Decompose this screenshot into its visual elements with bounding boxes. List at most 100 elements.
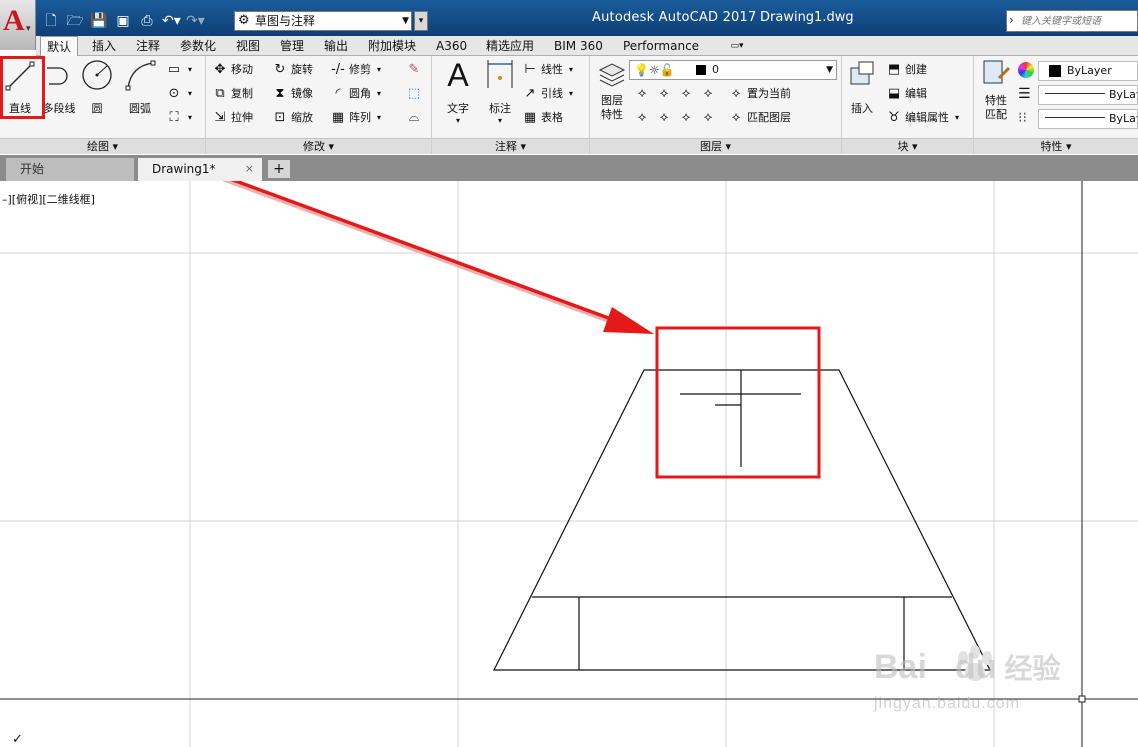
close-icon[interactable]: × <box>245 158 254 180</box>
gear-icon: ⚙ <box>238 13 250 28</box>
new-tab-button[interactable]: + <box>268 160 290 178</box>
application-menu-button[interactable]: A ▾ <box>0 0 36 50</box>
offset-button[interactable]: ⌓ <box>406 108 422 128</box>
edit-attributes-icon: ♉ <box>888 110 900 125</box>
ribbon: 直线 多段线 圆 圆弧 ▭ ▾ ⊙ ▾ ⛶ ▾ 绘图 ▾ ✥ 移动 ↻ 旋转 -/- 修剪 ▾… <box>0 56 1138 154</box>
panel-modify-title[interactable]: 修改 ▾ <box>206 138 431 154</box>
layer-tool-7[interactable]: ⟡ <box>678 108 694 128</box>
text-label: 文字 <box>447 102 469 115</box>
tab-manage[interactable]: 管理 <box>274 36 310 56</box>
tab-output[interactable]: 输出 <box>318 36 354 56</box>
array-button[interactable]: ▦ 阵列 ▾ <box>330 108 381 128</box>
layer-unlock-icon: ⟡ <box>703 110 713 125</box>
gradient-button[interactable]: ⛶ ▾ <box>166 108 192 128</box>
layer-tool-2[interactable]: ⟡ <box>656 84 672 104</box>
tab-start[interactable]: 开始 <box>6 158 134 181</box>
linear-dim-icon: ⊢ <box>524 62 536 77</box>
color-wheel-icon[interactable] <box>1018 62 1034 78</box>
set-current-layer-button[interactable]: ⟡ 置为当前 <box>728 84 791 104</box>
rotate-icon: ↻ <box>274 62 286 77</box>
tab-a360[interactable]: A360 <box>430 36 473 56</box>
drawing-canvas[interactable]: Bai du 经验 jingyan.baidu.com <box>0 107 1138 747</box>
mirror-button[interactable]: ⧗ 镜像 <box>272 84 313 104</box>
layer-tool-6[interactable]: ⟡ <box>656 108 672 128</box>
panel-layers-title[interactable]: 图层 ▾ <box>590 138 841 154</box>
rotate-button[interactable]: ↻ 旋转 <box>272 60 313 80</box>
tab-performance[interactable]: Performance <box>617 36 705 56</box>
layer-properties-button[interactable]: 图层 特性 <box>594 58 630 122</box>
panel-properties-title[interactable]: 特性 ▾ <box>974 138 1138 154</box>
tab-addins[interactable]: 附加模块 <box>362 36 422 56</box>
polyline-button[interactable]: 多段线 <box>40 58 78 116</box>
tab-featured-apps[interactable]: 精选应用 <box>480 36 540 56</box>
fillet-button[interactable]: ◜ 圆角 ▾ <box>330 84 381 104</box>
search-box[interactable]: › <box>1006 10 1138 32</box>
linetype-dropdown[interactable]: ByLay <box>1038 85 1138 105</box>
save-icon[interactable]: 💾 <box>90 12 108 30</box>
title-bar: 🗋 🗁 💾 ▣ ⎙ ↶▾ ↷▾ ⚙ 草图与注释 ▼ ▾ Autodesk Aut… <box>0 0 1138 36</box>
quick-access-toolbar: 🗋 🗁 💾 ▣ ⎙ ↶▾ ↷▾ <box>42 10 204 32</box>
search-input[interactable] <box>1021 13 1137 29</box>
arc-button[interactable]: 圆弧 <box>122 58 158 116</box>
panel-block-title[interactable]: 块 ▾ <box>842 138 973 154</box>
tab-parametric[interactable]: 参数化 <box>174 36 222 56</box>
ribbon-minimize-icon[interactable]: ▭▾ <box>726 39 748 53</box>
lineweight-icon[interactable]: ☰ <box>1018 86 1031 102</box>
trim-button[interactable]: -/- 修剪 ▾ <box>330 60 381 80</box>
print-icon[interactable]: ⎙ <box>138 12 156 30</box>
polyline-icon <box>47 67 68 85</box>
erase-button[interactable]: ✎ <box>406 60 422 80</box>
edit-block-button[interactable]: ⬓ 编辑 <box>886 84 927 104</box>
match-properties-button[interactable]: 特性 匹配 <box>976 58 1016 122</box>
linetype-icon[interactable]: ⁝⁝ <box>1018 110 1027 126</box>
layer-tool-4[interactable]: ⟡ <box>700 84 716 104</box>
tab-bim360[interactable]: BIM 360 <box>548 36 609 56</box>
table-button[interactable]: ▦ 表格 <box>522 108 563 128</box>
linear-dim-button[interactable]: ⊢ 线性 ▾ <box>522 60 573 80</box>
layer-dropdown[interactable]: 💡☼🔓 0 ▼ <box>629 60 837 80</box>
new-file-icon[interactable]: 🗋 <box>42 12 60 30</box>
match-properties-icon <box>983 60 1011 84</box>
stretch-button[interactable]: ⇲ 拉伸 <box>212 108 253 128</box>
panel-draw-title[interactable]: 绘图 ▾ <box>0 138 205 154</box>
document-title: Drawing1.dwg <box>760 10 854 25</box>
move-icon: ✥ <box>214 62 226 77</box>
viewport-controls[interactable]: –][俯视][二维线框] <box>2 191 95 207</box>
circle-label: 圆 <box>91 102 103 115</box>
customize-toolbar-button[interactable]: ▾ <box>414 11 428 31</box>
create-block-button[interactable]: ⬒ 创建 <box>886 60 927 80</box>
rectangle-button[interactable]: ▭ ▾ <box>166 60 192 80</box>
tab-annotate[interactable]: 注释 <box>130 36 166 56</box>
tab-insert[interactable]: 插入 <box>86 36 122 56</box>
redo-icon[interactable]: ↷▾ <box>186 12 205 30</box>
color-dropdown[interactable]: ByLayer <box>1038 61 1138 81</box>
hatch-button[interactable]: ⊙ ▾ <box>166 84 192 104</box>
explode-button[interactable]: ⬚ <box>406 84 422 104</box>
layer-tool-5[interactable]: ⟡ <box>634 108 650 128</box>
insert-label: 插入 <box>851 102 873 115</box>
layer-tool-3[interactable]: ⟡ <box>678 84 694 104</box>
panel-layers: 图层 特性 💡☼🔓 0 ▼ ⟡ ⟡ ⟡ ⟡ ⟡ 置为当前 ⟡ ⟡ ⟡ ⟡ ⟡ 匹配图… <box>590 56 842 154</box>
ribbon-tab-bar: 默认 插入 注释 参数化 视图 管理 输出 附加模块 A360 精选应用 BIM… <box>36 36 1138 57</box>
insert-block-button[interactable]: 插入 <box>844 58 880 116</box>
leader-button[interactable]: ↗ 引线 ▾ <box>522 84 573 104</box>
circle-button[interactable]: 圆 <box>80 58 114 116</box>
match-layer-button[interactable]: ⟡ 匹配图层 <box>728 108 791 128</box>
layer-tool-1[interactable]: ⟡ <box>634 84 650 104</box>
move-button[interactable]: ✥ 移动 <box>212 60 253 80</box>
copy-button[interactable]: ⧉ 复制 <box>212 84 253 104</box>
undo-icon[interactable]: ↶▾ <box>162 12 181 30</box>
panel-annotation-title[interactable]: 注释 ▾ <box>432 138 589 154</box>
layer-tool-8[interactable]: ⟡ <box>700 108 716 128</box>
lineweight-dropdown[interactable]: ByLay <box>1038 109 1138 129</box>
scale-button[interactable]: ⊡ 缩放 <box>272 108 313 128</box>
tab-default[interactable]: 默认 <box>40 36 79 57</box>
tab-view[interactable]: 视图 <box>230 36 266 56</box>
tab-drawing1[interactable]: Drawing1* × <box>138 158 262 181</box>
workspace-dropdown[interactable]: ⚙ 草图与注释 ▼ <box>234 11 412 31</box>
open-file-icon[interactable]: 🗁 <box>66 12 84 30</box>
edit-attributes-button[interactable]: ♉ 编辑属性 ▾ <box>886 108 959 128</box>
dimension-button[interactable]: 标注 ▾ <box>482 58 518 125</box>
text-button[interactable]: A 文字 ▾ <box>438 58 478 125</box>
save-as-icon[interactable]: ▣ <box>114 12 132 30</box>
